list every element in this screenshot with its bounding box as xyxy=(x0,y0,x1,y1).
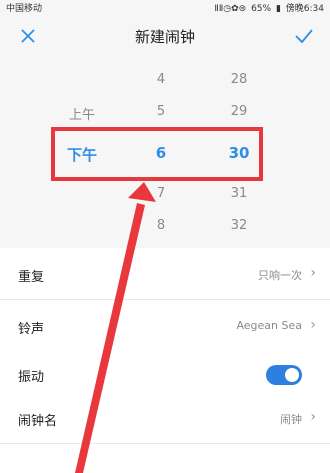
ringtone-row[interactable]: 铃声 Aegean Sea › xyxy=(0,302,330,352)
repeat-label: 重复 xyxy=(18,270,45,285)
status-icons: ⅡⅡ◷✿⊜ 65% ▮ 傍晚6:34 xyxy=(212,1,324,14)
battery-level: 65% xyxy=(251,4,272,14)
check-icon[interactable] xyxy=(290,22,318,50)
vibrate-label: 振动 xyxy=(18,370,45,385)
ringtone-value: Aegean Sea xyxy=(236,319,302,332)
chevron-right-icon: › xyxy=(310,265,316,281)
hour-item[interactable]: 7 xyxy=(146,186,176,201)
status-bar: 中国移动 ⅡⅡ◷✿⊜ 65% ▮ 傍晚6:34 xyxy=(0,0,330,14)
minute-item[interactable]: 31 xyxy=(224,186,254,201)
clock-time: 傍晚6:34 xyxy=(285,4,324,14)
toggle-knob xyxy=(285,368,299,382)
ampm-prev[interactable]: 上午 xyxy=(62,104,102,123)
minute-item[interactable]: 32 xyxy=(224,218,254,233)
chevron-right-icon: › xyxy=(310,317,316,333)
minute-item[interactable]: 29 xyxy=(224,104,254,119)
hour-item[interactable]: 4 xyxy=(146,72,176,87)
repeat-value: 只响一次 xyxy=(258,269,302,282)
vibrate-toggle[interactable] xyxy=(266,365,302,385)
battery-icon: ▮ xyxy=(275,4,281,14)
carrier-label: 中国移动 xyxy=(6,4,43,14)
status-glyphs: ⅡⅡ◷✿⊜ xyxy=(214,4,247,14)
highlight-box xyxy=(51,127,263,181)
alarm-name-row[interactable]: 闹钟名 闹钟 › xyxy=(0,394,330,444)
alarm-name-value: 闹钟 xyxy=(280,413,302,426)
alarm-name-label: 闹钟名 xyxy=(18,414,58,429)
minute-item[interactable]: 28 xyxy=(224,72,254,87)
vibrate-row: 振动 xyxy=(0,350,330,400)
hour-item[interactable]: 5 xyxy=(146,104,176,119)
hour-item[interactable]: 8 xyxy=(146,218,176,233)
header: 新建闹钟 xyxy=(0,14,330,58)
page-title: 新建闹钟 xyxy=(134,28,195,46)
chevron-right-icon: › xyxy=(310,409,316,425)
repeat-row[interactable]: 重复 只响一次 › xyxy=(0,250,330,300)
ringtone-label: 铃声 xyxy=(18,322,45,337)
